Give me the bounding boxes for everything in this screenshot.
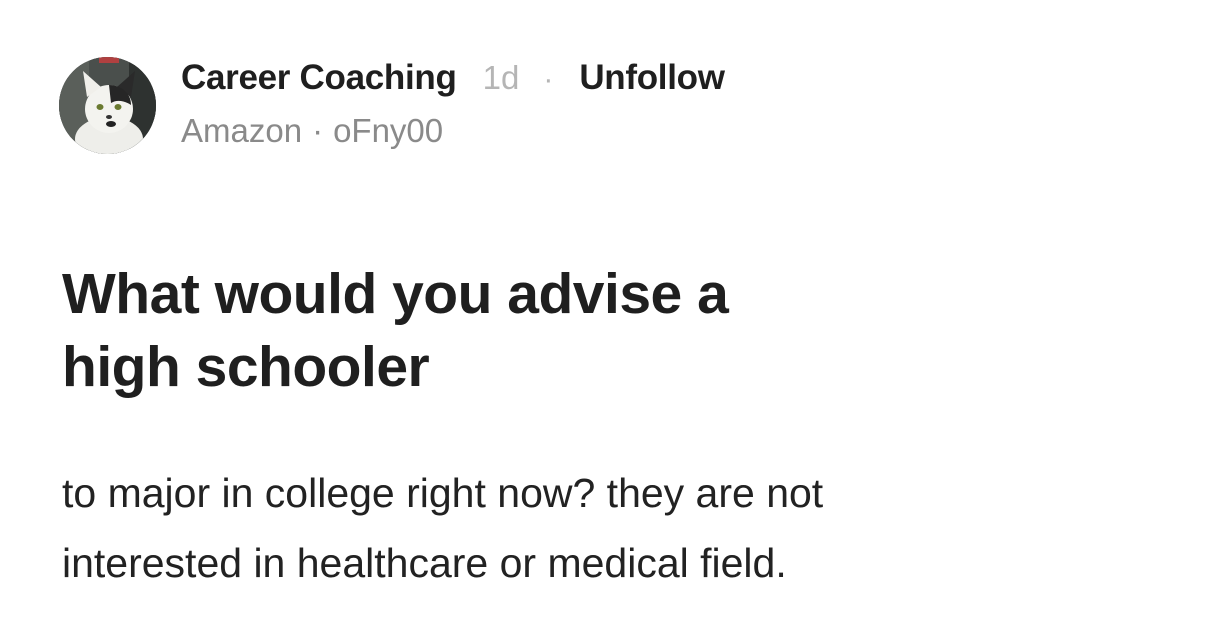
post-header: Career Coaching 1d · Unfollow — [181, 58, 725, 102]
cat-avatar-icon — [59, 57, 156, 154]
author-info: Amazon · oFny00 — [181, 112, 443, 150]
unfollow-button[interactable]: Unfollow — [579, 58, 725, 98]
author-company: Amazon — [181, 112, 303, 149]
post-body-line-1: to major in college right now? they are … — [62, 470, 824, 516]
post-title-line-2: high schooler — [62, 335, 430, 399]
author-separator: · — [312, 112, 324, 149]
post-body[interactable]: to major in college right now? they are … — [62, 458, 1162, 598]
channel-avatar[interactable] — [59, 57, 156, 154]
post-timestamp: 1d — [482, 59, 520, 96]
post-title[interactable]: What would you advise a high schooler — [62, 258, 1062, 404]
post-body-line-2: interested in healthcare or medical fiel… — [62, 540, 787, 586]
post-card: Career Coaching 1d · Unfollow Amazon · o… — [0, 0, 1206, 632]
author-handle[interactable]: oFny00 — [333, 112, 443, 150]
separator-dot: · — [543, 63, 554, 96]
channel-name[interactable]: Career Coaching — [181, 58, 457, 98]
post-title-line-1: What would you advise a — [62, 262, 729, 326]
